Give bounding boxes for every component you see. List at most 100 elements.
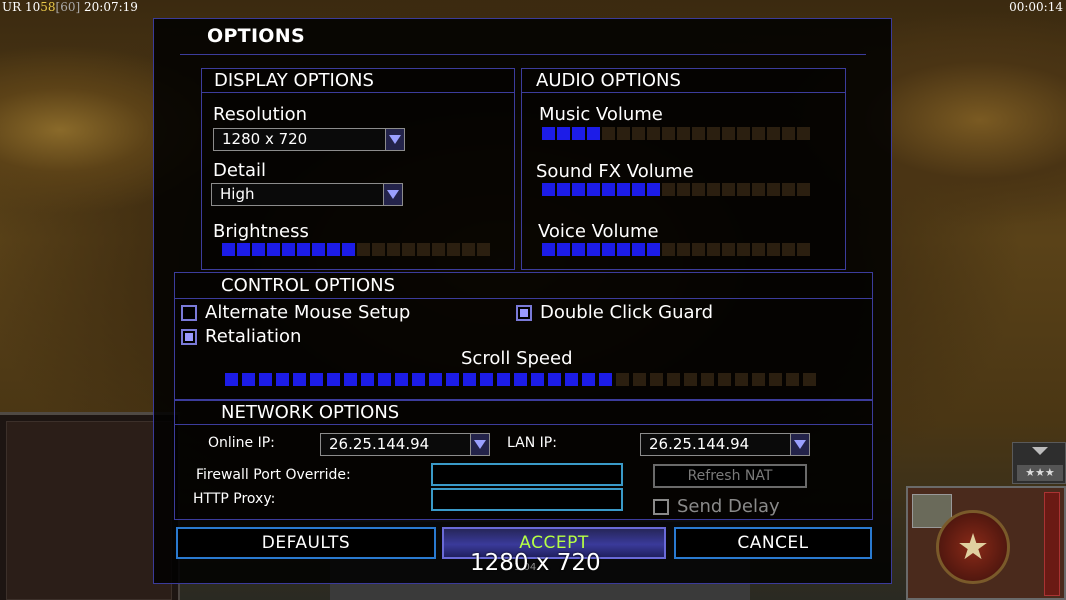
slider-segment [557,243,570,256]
control-options-heading: CONTROL OPTIONS [175,273,872,299]
chevron-down-icon[interactable] [385,129,404,150]
resolution-label: Resolution [213,104,308,125]
radar-map [6,421,172,600]
slider-segment [782,127,795,140]
slider-segment [514,373,527,386]
slider-segment [252,243,265,256]
defaults-button[interactable]: DEFAULTS [176,527,436,559]
firewall-port-label: Firewall Port Override: [196,467,351,483]
slider-segment [662,183,675,196]
slider-segment [378,373,391,386]
chevron-down-icon[interactable] [790,434,809,455]
slider-segment [677,183,690,196]
voice-volume-label: Voice Volume [538,221,659,242]
retaliation-label: Retaliation [205,326,302,347]
scroll-speed-label: Scroll Speed [461,348,573,369]
chevron-down-icon[interactable] [470,434,489,455]
network-options-heading: NETWORK OPTIONS [175,401,872,425]
slider-segment [684,373,697,386]
retaliation-checkbox[interactable] [181,329,197,345]
http-proxy-input[interactable] [431,488,623,511]
slider-segment [782,183,795,196]
slider-segment [599,373,612,386]
slider-segment [587,127,600,140]
send-delay-checkbox[interactable] [653,499,669,515]
online-ip-dropdown[interactable]: 26.25.144.94 [320,433,490,456]
hud-fps-cap: [60] [55,0,81,14]
chevron-down-icon[interactable] [383,184,402,205]
slider-segment [667,373,680,386]
slider-segment [297,243,310,256]
faction-panel: ★ [906,486,1066,600]
slider-segment [447,243,460,256]
slider-segment [632,243,645,256]
slider-segment [417,243,430,256]
slider-segment [557,127,570,140]
sfx-volume-slider[interactable] [542,183,810,196]
alternate-mouse-label: Alternate Mouse Setup [205,302,411,323]
lan-ip-dropdown[interactable]: 26.25.144.94 [640,433,810,456]
slider-segment [267,243,280,256]
slider-segment [718,373,731,386]
cancel-button[interactable]: CANCEL [674,527,872,559]
slider-segment [650,373,663,386]
slider-segment [242,373,255,386]
slider-segment [237,243,250,256]
slider-segment [707,127,720,140]
slider-segment [767,243,780,256]
sfx-volume-label: Sound FX Volume [536,161,694,182]
slider-segment [497,373,510,386]
slider-segment [692,127,705,140]
slider-segment [548,373,561,386]
voice-volume-slider[interactable] [542,243,810,256]
slider-segment [752,243,765,256]
slider-segment [786,373,799,386]
slider-segment [632,127,645,140]
detail-dropdown[interactable]: High [211,183,403,206]
double-click-guard-checkbox[interactable] [516,305,532,321]
slider-segment [722,183,735,196]
slider-segment [632,183,645,196]
brightness-label: Brightness [213,221,309,242]
slider-segment [565,373,578,386]
slider-segment [737,127,750,140]
brightness-slider[interactable] [222,243,490,256]
resolution-dropdown[interactable]: 1280 x 720 [213,128,405,151]
resolution-overlay-text: 1280 x 720 [470,550,601,576]
slider-segment [662,243,675,256]
slider-segment [797,243,810,256]
slider-segment [737,243,750,256]
slider-segment [602,127,615,140]
slider-segment [662,127,675,140]
rank-stars-icon: ★★★ [1017,465,1063,481]
dialog-title: OPTIONS [207,25,305,47]
slider-segment [225,373,238,386]
slider-segment [647,127,660,140]
scroll-speed-slider[interactable] [225,373,816,386]
slider-segment [692,243,705,256]
slider-segment [737,183,750,196]
slider-segment [327,373,340,386]
alternate-mouse-checkbox[interactable] [181,305,197,321]
slider-segment [767,127,780,140]
firewall-port-input[interactable] [431,463,623,486]
slider-segment [477,243,490,256]
slider-segment [701,373,714,386]
detail-label: Detail [213,160,267,181]
slider-segment [446,373,459,386]
slider-segment [327,243,340,256]
resolution-value: 1280 x 720 [222,130,308,148]
music-volume-slider[interactable] [542,127,810,140]
slider-segment [647,243,660,256]
slider-segment [282,243,295,256]
slider-segment [617,183,630,196]
slider-segment [572,183,585,196]
refresh-nat-button[interactable]: Refresh NAT [653,464,807,488]
slider-segment [767,183,780,196]
hud-clock: 20:07:19 [84,0,138,14]
slider-segment [344,373,357,386]
slider-segment [432,243,445,256]
slider-segment [310,373,323,386]
online-ip-value: 26.25.144.94 [329,435,430,453]
slider-segment [633,373,646,386]
